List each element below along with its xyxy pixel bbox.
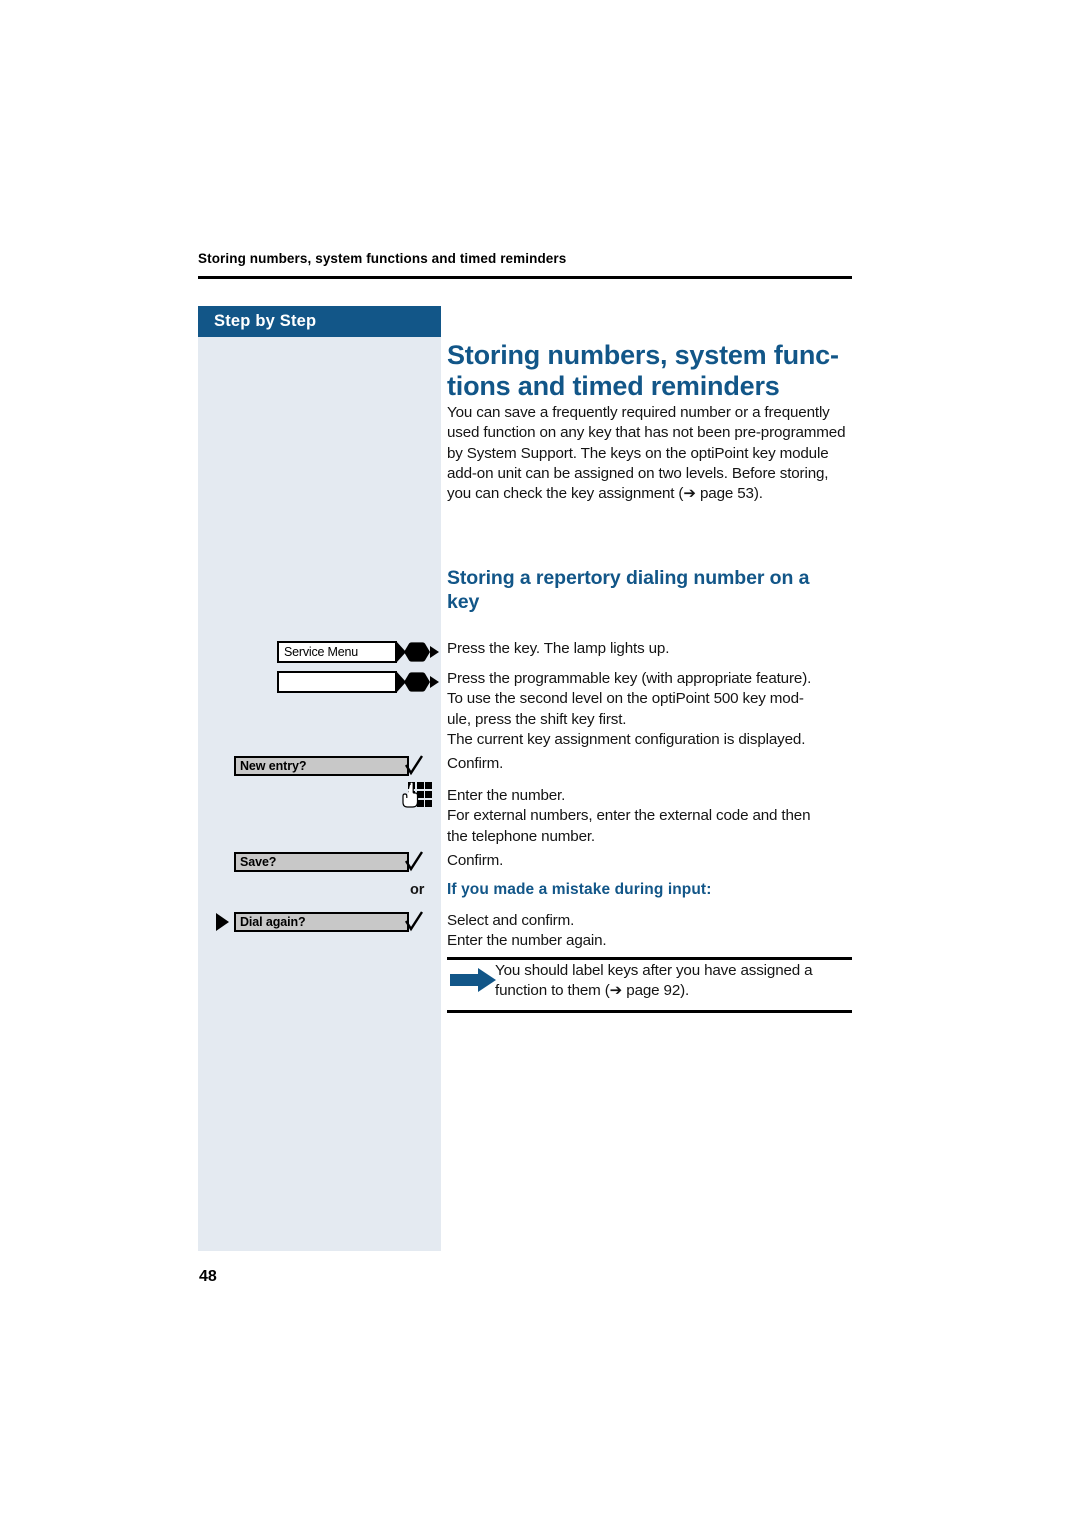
gutter-arrow-icon-1 <box>430 646 439 658</box>
note-line2: function to them (➔ page 92). <box>495 982 690 1000</box>
note-rule-top <box>447 957 852 960</box>
triangle-marker-icon <box>216 913 229 931</box>
step-4-line2: For external numbers, enter the external… <box>447 807 811 825</box>
softkey-service-menu-label: Service Menu <box>284 645 359 659</box>
note-text: You should label keys after you have ass… <box>495 961 852 1002</box>
display-line-dial-again[interactable]: Dial again? <box>234 912 409 932</box>
running-header: Storing numbers, system functions and ti… <box>198 251 567 266</box>
keypad-hand-icon <box>399 781 432 812</box>
softkey-programmable[interactable] <box>277 671 397 693</box>
note-rule-bottom <box>447 1010 852 1013</box>
display-line-new-entry[interactable]: New entry? <box>234 756 409 776</box>
softkey-service-menu[interactable]: Service Menu <box>277 641 397 663</box>
step-3-instruction: Confirm. <box>447 755 504 772</box>
step-6-line2: Enter the number again. <box>447 932 607 950</box>
note-line1: You should label keys after you have ass… <box>495 962 813 979</box>
main-content: Storing numbers, system func- tions and … <box>447 340 852 505</box>
page-title: Storing numbers, system func- tions and … <box>447 340 852 403</box>
checkmark-icon-1 <box>404 754 424 776</box>
section-subtitle-line2: key <box>447 590 480 613</box>
step-4-line1: Enter the number. <box>447 787 566 804</box>
display-line-save[interactable]: Save? <box>234 852 409 872</box>
page-number: 48 <box>199 1268 217 1285</box>
page-title-line2: tions and timed reminders <box>447 371 780 402</box>
step-2-instruction: Press the programmable key (with appropr… <box>447 669 855 751</box>
step-4-line3: the telephone number. <box>447 827 595 845</box>
step-5-instruction: Confirm. <box>447 852 504 869</box>
checkmark-icon-2 <box>404 850 424 872</box>
display-line-dial-again-label: Dial again? <box>240 915 306 929</box>
step-2-line1: Press the programmable key (with appropr… <box>447 670 812 687</box>
display-line-save-label: Save? <box>240 855 277 869</box>
step-by-step-sidebar <box>198 306 441 1251</box>
header-rule <box>198 276 852 279</box>
intro-paragraph: You can save a frequently required numbe… <box>447 403 846 503</box>
mistake-heading: If you made a mistake during input: <box>447 881 712 898</box>
sidebar-header-label: Step by Step <box>214 312 317 330</box>
gutter-arrow-icon-2 <box>430 676 439 688</box>
section-subtitle-line1: Storing a repertory dialing number on a <box>447 567 810 589</box>
display-line-new-entry-label: New entry? <box>240 759 307 773</box>
sidebar-header-bar: Step by Step <box>198 306 441 337</box>
step-4-instruction: Enter the number. For external numbers, … <box>447 786 855 847</box>
step-6-line1: Select and confirm. <box>447 912 575 929</box>
step-2-line2: To use the second level on the optiPoint… <box>447 690 804 708</box>
or-label: or <box>410 882 425 898</box>
checkmark-icon-3 <box>404 910 424 932</box>
page-title-line1: Storing numbers, system func- <box>447 340 839 370</box>
step-6-instruction: Select and confirm. Enter the number aga… <box>447 911 855 952</box>
step-2-line4: The current key assignment configuration… <box>447 731 806 749</box>
note-arrow-icon <box>450 967 500 993</box>
step-2-line3: ule, press the shift key first. <box>447 710 627 728</box>
step-1-instruction: Press the key. The lamp lights up. <box>447 640 670 657</box>
section-subtitle: Storing a repertory dialing number on a … <box>447 567 855 615</box>
